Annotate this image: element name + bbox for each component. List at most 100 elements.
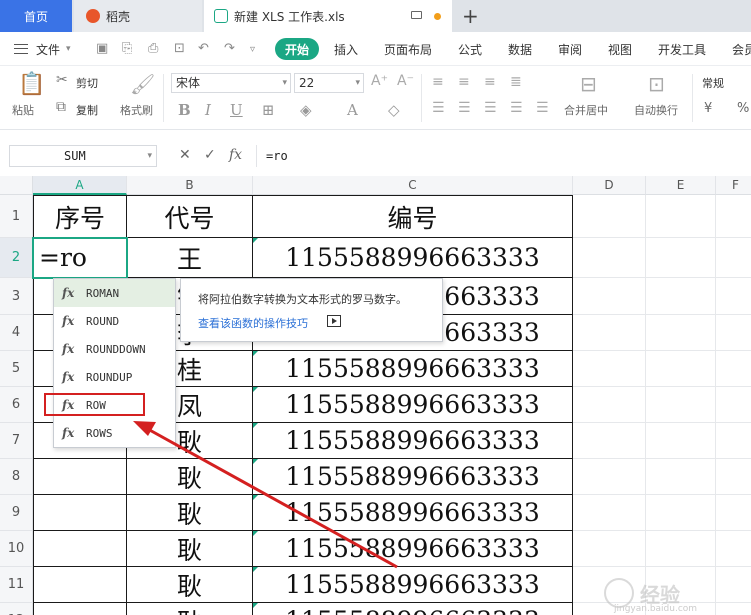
cell[interactable] xyxy=(573,351,646,387)
cell[interactable] xyxy=(573,495,646,531)
cell[interactable] xyxy=(646,423,716,459)
cell[interactable] xyxy=(716,531,751,567)
column-header[interactable]: C xyxy=(253,176,573,195)
code-cell[interactable]: 耿 xyxy=(127,495,253,531)
video-play-icon[interactable] xyxy=(327,315,341,327)
align-middle-icon[interactable]: ≡ xyxy=(458,74,470,90)
italic-icon[interactable]: I xyxy=(205,101,211,119)
column-header[interactable]: A xyxy=(33,176,127,195)
cell[interactable] xyxy=(646,278,716,315)
menu-start-tab[interactable]: 开始 xyxy=(275,38,319,60)
row-header[interactable]: 7 xyxy=(0,423,33,459)
font-color-icon[interactable]: A xyxy=(347,101,358,119)
scissors-icon[interactable]: ✂ xyxy=(56,72,68,88)
copy-icon[interactable]: ⧉ xyxy=(56,99,66,115)
code-cell[interactable]: 耿 xyxy=(127,531,253,567)
cell[interactable] xyxy=(716,195,751,238)
font-grow-icon[interactable]: A⁺ xyxy=(371,73,388,89)
function-tips-link[interactable]: 查看该函数的操作技巧 xyxy=(198,315,308,331)
row-header[interactable]: 11 xyxy=(0,567,33,603)
row-header[interactable]: 1 xyxy=(0,195,33,238)
merge-center-label[interactable]: 合并居中 xyxy=(564,102,608,118)
number-cell[interactable]: 1155588996663333 xyxy=(253,603,573,615)
code-cell[interactable]: 耿 xyxy=(127,567,253,603)
cell[interactable] xyxy=(716,423,751,459)
fill-color-icon[interactable]: ◈ xyxy=(300,101,312,119)
cell[interactable] xyxy=(33,603,127,615)
cell[interactable] xyxy=(573,531,646,567)
format-painter-icon[interactable]: 🖌 xyxy=(130,72,155,96)
text-orientation-icon[interactable]: ≣ xyxy=(510,74,522,90)
row-header[interactable]: 6 xyxy=(0,387,33,423)
number-cell[interactable]: 1155588996663333 xyxy=(253,531,573,567)
monitor-icon[interactable] xyxy=(411,11,422,19)
cancel-icon[interactable]: ✕ xyxy=(179,147,191,163)
cell[interactable] xyxy=(33,567,127,603)
cell[interactable] xyxy=(573,195,646,238)
cell[interactable] xyxy=(33,495,127,531)
autocomplete-item-round[interactable]: fx ROUND xyxy=(54,307,175,335)
cell[interactable] xyxy=(573,387,646,423)
tab-home[interactable]: 首页 xyxy=(0,0,72,32)
cell[interactable] xyxy=(33,531,127,567)
merge-center-icon[interactable]: ⊟ xyxy=(580,72,597,96)
select-all-corner[interactable] xyxy=(0,176,33,195)
number-format-select[interactable]: 常规 xyxy=(702,75,724,91)
number-cell[interactable]: 1155588996663333 xyxy=(253,351,573,387)
cell[interactable] xyxy=(646,195,716,238)
cell[interactable] xyxy=(573,238,646,278)
cell[interactable] xyxy=(33,459,127,495)
font-size-select[interactable]: 22 xyxy=(294,73,364,93)
tab-daoke[interactable]: 稻壳 xyxy=(74,0,202,32)
column-header[interactable]: B xyxy=(127,176,253,195)
auto-wrap-label[interactable]: 自动换行 xyxy=(634,102,678,118)
cell[interactable] xyxy=(716,278,751,315)
font-name-select[interactable]: 宋体 xyxy=(171,73,291,93)
redo-icon[interactable]: ↷ xyxy=(224,41,235,56)
undo-icon[interactable]: ↶ xyxy=(198,41,209,56)
autocomplete-item-roundup[interactable]: fx ROUNDUP xyxy=(54,363,175,391)
align-top-icon[interactable]: ≡ xyxy=(432,74,444,90)
menu-review[interactable]: 审阅 xyxy=(558,41,582,58)
cell[interactable] xyxy=(716,351,751,387)
cell[interactable] xyxy=(716,387,751,423)
paste-label[interactable]: 粘贴 xyxy=(12,102,34,118)
cell[interactable] xyxy=(573,459,646,495)
row-header[interactable]: 4 xyxy=(0,315,33,351)
cell[interactable] xyxy=(716,315,751,351)
row-header[interactable]: 10 xyxy=(0,531,33,567)
menu-member[interactable]: 会员 xyxy=(732,41,751,58)
number-cell[interactable]: 1155588996663333 xyxy=(253,238,573,278)
cell[interactable] xyxy=(646,387,716,423)
autocomplete-item-roman[interactable]: fx ROMAN xyxy=(54,279,175,307)
menu-insert[interactable]: 插入 xyxy=(334,41,358,58)
header-cell[interactable]: 编号 xyxy=(253,195,573,238)
autocomplete-item-rows[interactable]: fx ROWS xyxy=(54,419,175,447)
cell[interactable] xyxy=(716,238,751,278)
format-painter-label[interactable]: 格式刷 xyxy=(120,102,153,118)
autocomplete-item-rounddown[interactable]: fx ROUNDDOWN xyxy=(54,335,175,363)
cell[interactable] xyxy=(716,459,751,495)
preview-icon[interactable]: ⊡ xyxy=(174,41,185,56)
column-header[interactable]: E xyxy=(646,176,716,195)
cell[interactable] xyxy=(646,459,716,495)
cut-label[interactable]: 剪切 xyxy=(76,75,98,91)
cell[interactable] xyxy=(646,238,716,278)
save-icon[interactable]: ▣ xyxy=(96,41,108,56)
menu-developer[interactable]: 开发工具 xyxy=(658,41,706,58)
row-header[interactable]: 9 xyxy=(0,495,33,531)
row-header[interactable]: 2 xyxy=(0,238,33,278)
border-icon[interactable]: ⊞ xyxy=(262,101,275,119)
cell[interactable] xyxy=(646,495,716,531)
cell[interactable] xyxy=(716,495,751,531)
underline-icon[interactable]: U xyxy=(230,101,243,119)
justify-icon[interactable]: ☰ xyxy=(510,100,523,116)
chevron-down-icon[interactable]: ▾ xyxy=(66,44,71,54)
cell[interactable] xyxy=(716,603,751,615)
export-icon[interactable]: ⎘ xyxy=(122,41,132,56)
new-tab-plus-icon[interactable]: + xyxy=(462,4,479,28)
cell[interactable] xyxy=(646,531,716,567)
number-cell[interactable]: 1155588996663333 xyxy=(253,459,573,495)
cell[interactable] xyxy=(646,351,716,387)
print-icon[interactable]: ⎙ xyxy=(148,41,158,56)
